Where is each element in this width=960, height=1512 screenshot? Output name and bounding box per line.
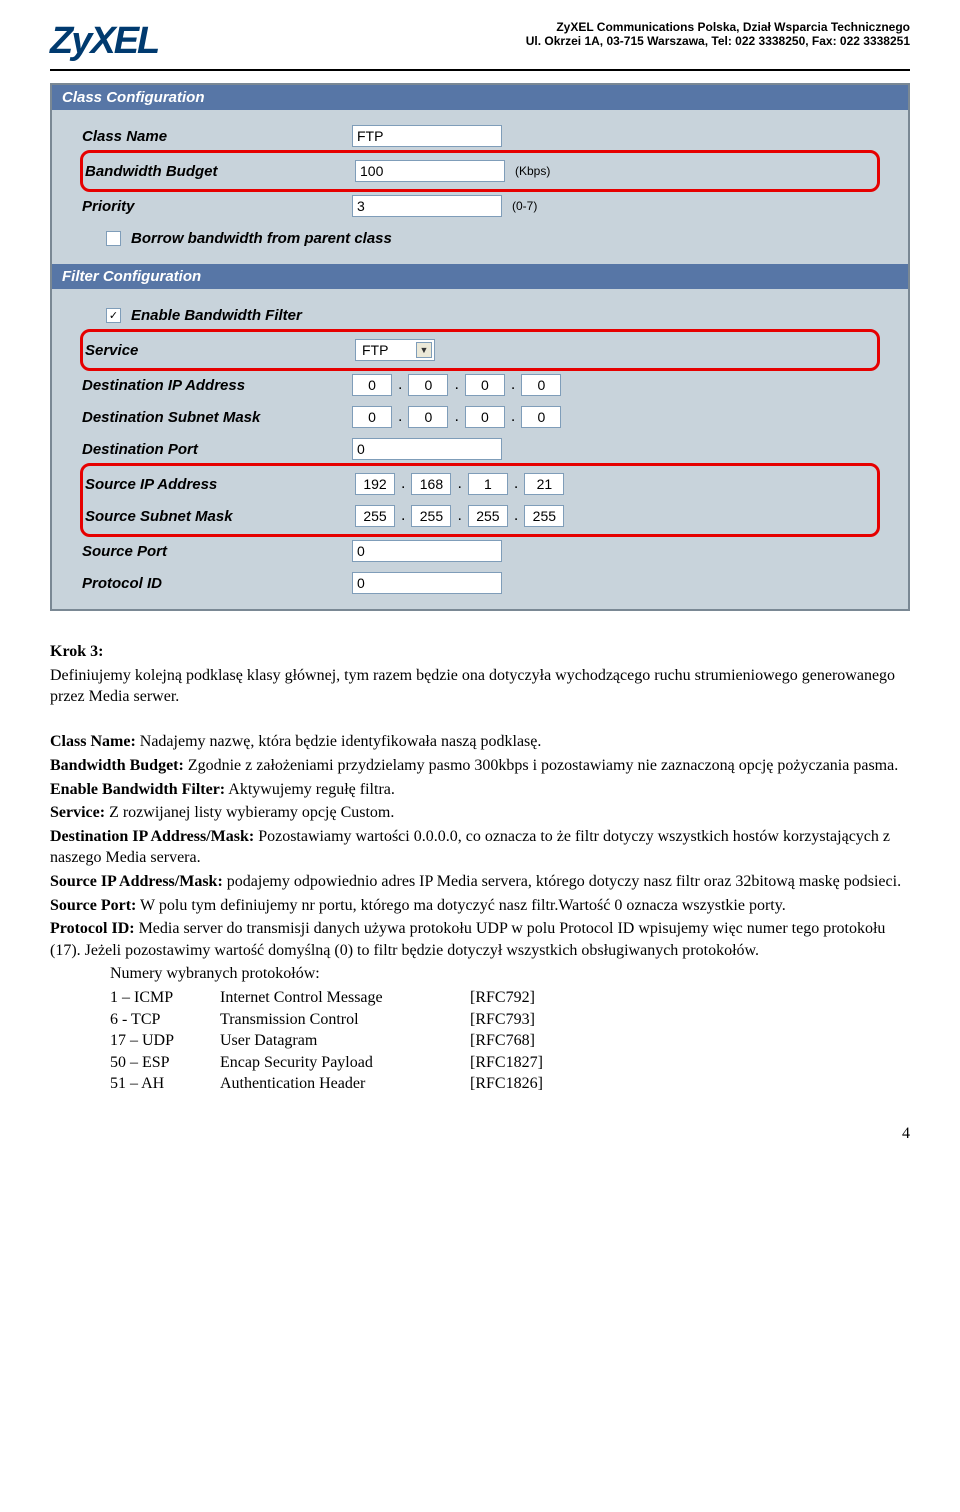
bw-budget-input[interactable]: 100 bbox=[355, 160, 505, 182]
src-ip-0[interactable]: 192 bbox=[355, 473, 395, 495]
para-intro: Definiujemy kolejną podklasę klasy główn… bbox=[50, 665, 910, 708]
line-destip: Destination IP Address/Mask: Pozostawiam… bbox=[50, 826, 910, 869]
dest-mask-label: Destination Subnet Mask bbox=[82, 409, 352, 426]
header-line1: ZyXEL Communications Polska, Dział Wspar… bbox=[526, 20, 910, 34]
line-protoid: Protocol ID: Media server do transmisji … bbox=[50, 918, 910, 961]
row-service: Service FTP ▼ bbox=[85, 334, 875, 366]
line-bwbudget: Bandwidth Budget: Zgodnie z założeniami … bbox=[50, 755, 910, 777]
row-proto-id: Protocol ID 0 bbox=[82, 567, 878, 599]
row-borrow: Borrow bandwidth from parent class bbox=[82, 222, 878, 254]
row-dest-mask: Destination Subnet Mask 0. 0. 0. 0 bbox=[82, 401, 878, 433]
line-srcport: Source Port: W polu tym definiujemy nr p… bbox=[50, 895, 910, 917]
src-ip-1[interactable]: 168 bbox=[411, 473, 451, 495]
src-ip-2[interactable]: 1 bbox=[468, 473, 508, 495]
dest-mask-3[interactable]: 0 bbox=[521, 406, 561, 428]
proto-intro: Numery wybranych protokołów: bbox=[110, 963, 910, 985]
page-number: 4 bbox=[50, 1125, 910, 1143]
src-mask-1[interactable]: 255 bbox=[411, 505, 451, 527]
src-mask-label: Source Subnet Mask bbox=[85, 508, 355, 525]
chevron-down-icon: ▼ bbox=[416, 342, 432, 358]
src-ip-3[interactable]: 21 bbox=[524, 473, 564, 495]
proto-row: 1 – ICMPInternet Control Message[RFC792] bbox=[110, 987, 910, 1009]
highlight-bandwidth-budget: Bandwidth Budget 100 (Kbps) bbox=[80, 150, 880, 192]
class-config-header: Class Configuration bbox=[52, 85, 908, 110]
dest-port-label: Destination Port bbox=[82, 441, 352, 458]
line-service: Service: Z rozwijanej listy wybieramy op… bbox=[50, 802, 910, 824]
logo: ZyXEL bbox=[50, 20, 158, 63]
dest-ip-label: Destination IP Address bbox=[82, 377, 352, 394]
class-name-input[interactable]: FTP bbox=[352, 125, 502, 147]
proto-table: 1 – ICMPInternet Control Message[RFC792]… bbox=[110, 987, 910, 1095]
src-mask-2[interactable]: 255 bbox=[468, 505, 508, 527]
row-bw-budget: Bandwidth Budget 100 (Kbps) bbox=[85, 155, 875, 187]
proto-row: 17 – UDPUser Datagram[RFC768] bbox=[110, 1030, 910, 1052]
highlight-source-ip-mask: Source IP Address 192. 168. 1. 21 Source… bbox=[80, 463, 880, 537]
row-src-ip: Source IP Address 192. 168. 1. 21 bbox=[85, 468, 875, 500]
borrow-checkbox[interactable] bbox=[106, 231, 121, 246]
row-dest-port: Destination Port 0 bbox=[82, 433, 878, 465]
dest-ip-0[interactable]: 0 bbox=[352, 374, 392, 396]
dest-mask-0[interactable]: 0 bbox=[352, 406, 392, 428]
page-header: ZyXEL ZyXEL Communications Polska, Dział… bbox=[50, 20, 910, 71]
row-priority: Priority 3 (0-7) bbox=[82, 190, 878, 222]
bw-budget-label: Bandwidth Budget bbox=[85, 163, 355, 180]
src-port-label: Source Port bbox=[82, 543, 352, 560]
src-ip-group: 192. 168. 1. 21 bbox=[355, 473, 564, 495]
dest-mask-group: 0. 0. 0. 0 bbox=[352, 406, 561, 428]
line-srcip: Source IP Address/Mask: podajemy odpowie… bbox=[50, 871, 910, 893]
src-mask-3[interactable]: 255 bbox=[524, 505, 564, 527]
proto-row: 51 – AHAuthentication Header[RFC1826] bbox=[110, 1073, 910, 1095]
body-text: Krok 3: Definiujemy kolejną podklasę kla… bbox=[50, 641, 910, 1095]
krok-title: Krok 3: bbox=[50, 641, 910, 663]
proto-id-label: Protocol ID bbox=[82, 575, 352, 592]
line-classname: Class Name: Nadajemy nazwę, która będzie… bbox=[50, 731, 910, 753]
service-select[interactable]: FTP ▼ bbox=[355, 339, 435, 361]
dest-ip-3[interactable]: 0 bbox=[521, 374, 561, 396]
service-value: FTP bbox=[362, 342, 388, 358]
proto-row: 6 - TCPTransmission Control[RFC793] bbox=[110, 1009, 910, 1031]
header-contact: ZyXEL Communications Polska, Dział Wspar… bbox=[526, 20, 910, 48]
enable-filter-checkbox[interactable]: ✓ bbox=[106, 308, 121, 323]
src-port-input[interactable]: 0 bbox=[352, 540, 502, 562]
highlight-service: Service FTP ▼ bbox=[80, 329, 880, 371]
dest-ip-2[interactable]: 0 bbox=[465, 374, 505, 396]
filter-config-body: ✓ Enable Bandwidth Filter Service FTP ▼ … bbox=[52, 289, 908, 609]
dest-port-input[interactable]: 0 bbox=[352, 438, 502, 460]
dest-mask-1[interactable]: 0 bbox=[408, 406, 448, 428]
config-panel: Class Configuration Class Name FTP Bandw… bbox=[50, 83, 910, 611]
row-enable-filter: ✓ Enable Bandwidth Filter bbox=[82, 299, 878, 331]
dest-mask-2[interactable]: 0 bbox=[465, 406, 505, 428]
row-dest-ip: Destination IP Address 0. 0. 0. 0 bbox=[82, 369, 878, 401]
enable-filter-label: Enable Bandwidth Filter bbox=[131, 307, 302, 324]
priority-hint: (0-7) bbox=[512, 199, 537, 213]
class-config-body: Class Name FTP Bandwidth Budget 100 (Kbp… bbox=[52, 110, 908, 264]
borrow-label: Borrow bandwidth from parent class bbox=[131, 230, 392, 247]
row-src-port: Source Port 0 bbox=[82, 535, 878, 567]
dest-ip-1[interactable]: 0 bbox=[408, 374, 448, 396]
src-mask-group: 255. 255. 255. 255 bbox=[355, 505, 564, 527]
priority-label: Priority bbox=[82, 198, 352, 215]
filter-config-header: Filter Configuration bbox=[52, 264, 908, 289]
line-enablefilter: Enable Bandwidth Filter: Aktywujemy regu… bbox=[50, 779, 910, 801]
src-ip-label: Source IP Address bbox=[85, 476, 355, 493]
proto-id-input[interactable]: 0 bbox=[352, 572, 502, 594]
row-src-mask: Source Subnet Mask 255. 255. 255. 255 bbox=[85, 500, 875, 532]
row-class-name: Class Name FTP bbox=[82, 120, 878, 152]
src-mask-0[interactable]: 255 bbox=[355, 505, 395, 527]
priority-input[interactable]: 3 bbox=[352, 195, 502, 217]
header-line2: Ul. Okrzei 1A, 03-715 Warszawa, Tel: 022… bbox=[526, 34, 910, 48]
bw-budget-hint: (Kbps) bbox=[515, 164, 550, 178]
proto-row: 50 – ESPEncap Security Payload[RFC1827] bbox=[110, 1052, 910, 1074]
service-label: Service bbox=[85, 342, 355, 359]
class-name-label: Class Name bbox=[82, 128, 352, 145]
dest-ip-group: 0. 0. 0. 0 bbox=[352, 374, 561, 396]
